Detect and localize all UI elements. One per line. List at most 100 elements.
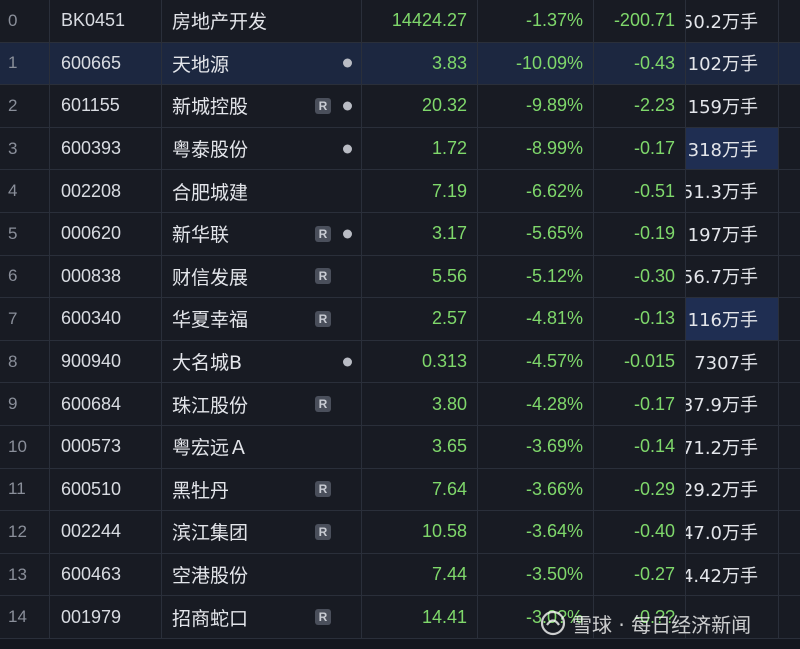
table-row[interactable]: 5 000620 新华联 R 3.17 -5.65% -0.19 197万手 xyxy=(0,212,800,256)
row-edge xyxy=(779,170,800,212)
stock-name: 大名城B xyxy=(172,352,243,375)
change-percent: -5.12% xyxy=(478,255,594,298)
change-percent: -3.0?% xyxy=(478,596,594,638)
stock-name: 天地源 xyxy=(172,53,230,76)
volume: 7307手 xyxy=(686,340,779,383)
table-row[interactable]: 11 600510 黑牡丹 R 7.64 -3.66% -0.29 29.2万手 xyxy=(0,468,800,512)
last-price: 0.313 xyxy=(362,340,478,383)
row-index: 1 xyxy=(0,42,50,85)
stock-name-cell: 合肥城建 xyxy=(162,170,362,212)
change-percent: -3.50% xyxy=(478,553,594,596)
row-edge xyxy=(779,256,800,298)
volume: 29.2万手 xyxy=(686,468,779,511)
stock-name: 合肥城建 xyxy=(172,181,249,204)
row-edge xyxy=(779,511,800,553)
change-percent: -5.65% xyxy=(478,212,594,255)
stock-name: 粤泰股份 xyxy=(172,139,249,162)
status-dot-icon xyxy=(343,144,352,154)
row-edge xyxy=(779,426,800,468)
stock-table: 0 BK0451 房地产开发 14424.27 -1.37% -200.71 50.2万手 1… xyxy=(0,0,800,639)
margin-badge-icon: R xyxy=(315,310,331,327)
table-row[interactable]: 14 001979 招商蛇口 R 14.41 -3.0?% -0.?? xyxy=(0,596,800,639)
stock-name-cell: 粤泰股份 xyxy=(162,127,362,170)
table-row[interactable]: 7 600340 华夏幸福 R 2.57 -4.81% -0.13 116万手 xyxy=(0,298,800,341)
volume: 197万手 xyxy=(686,212,779,255)
row-index: 9 xyxy=(0,383,50,425)
row-edge xyxy=(779,43,800,85)
stock-code: BK0451 xyxy=(50,0,162,42)
row-edge xyxy=(779,596,800,638)
change-percent: -3.64% xyxy=(478,511,594,553)
volume: 159万手 xyxy=(686,85,779,127)
volume: 37.9万手 xyxy=(686,383,779,425)
row-index: 5 xyxy=(0,212,50,255)
last-price: 20.32 xyxy=(362,85,478,127)
row-index: 8 xyxy=(0,340,50,383)
change-percent: -10.09% xyxy=(478,42,594,85)
table-row[interactable]: 8 900940 大名城B 0.313 -4.57% -0.015 7307手 xyxy=(0,340,800,384)
row-index: 2 xyxy=(0,85,50,127)
table-row[interactable]: 6 000838 财信发展 R 5.56 -5.12% -0.30 56.7万手 xyxy=(0,255,800,299)
stock-code: 600684 xyxy=(50,383,162,425)
row-edge xyxy=(779,128,800,170)
stock-name-cell: 房地产开发 xyxy=(162,0,362,42)
table-row[interactable]: 2 601155 新城控股 R 20.32 -9.89% -2.23 159万手 xyxy=(0,85,800,128)
row-edge xyxy=(779,383,800,425)
stock-code: 000838 xyxy=(50,255,162,298)
stock-name: 新华联 xyxy=(172,224,230,247)
stock-name-cell: 新华联 R xyxy=(162,212,362,255)
table-row[interactable]: 4 002208 合肥城建 7.19 -6.62% -0.51 51.3万手 xyxy=(0,170,800,213)
stock-name-cell: 滨江集团 R xyxy=(162,511,362,553)
row-index: 6 xyxy=(0,255,50,298)
table-row[interactable]: 13 600463 空港股份 7.44 -3.50% -0.27 4.42万手 xyxy=(0,553,800,597)
volume: 50.2万手 xyxy=(686,0,779,42)
row-index: 0 xyxy=(0,0,50,42)
last-price: 1.72 xyxy=(362,127,478,170)
row-index: 4 xyxy=(0,170,50,212)
table-row[interactable]: 9 600684 珠江股份 R 3.80 -4.28% -0.17 37.9万手 xyxy=(0,383,800,426)
change-amount: -0.40 xyxy=(594,511,686,553)
table-row[interactable]: 1 600665 天地源 3.83 -10.09% -0.43 102万手 xyxy=(0,42,800,86)
change-percent: -1.37% xyxy=(478,0,594,42)
table-row[interactable]: 3 600393 粤泰股份 1.72 -8.99% -0.17 318万手 xyxy=(0,127,800,171)
stock-name: 珠江股份 xyxy=(172,394,249,417)
change-amount: -0.17 xyxy=(594,127,686,170)
stock-code: 601155 xyxy=(50,85,162,127)
stock-name: 新城控股 xyxy=(172,96,249,119)
table-row[interactable]: 10 000573 粤宏远Ａ 3.65 -3.69% -0.14 71.2万手 xyxy=(0,425,800,469)
table-row[interactable]: 12 002244 滨江集团 R 10.58 -3.64% -0.40 47.0万手 xyxy=(0,511,800,554)
last-price: 14.41 xyxy=(362,596,478,638)
margin-badge-icon: R xyxy=(315,609,331,626)
status-dot-icon xyxy=(343,58,352,68)
stock-code: 600463 xyxy=(50,553,162,596)
stock-code: 600393 xyxy=(50,127,162,170)
change-amount: -0.29 xyxy=(594,468,686,511)
table-row[interactable]: 0 BK0451 房地产开发 14424.27 -1.37% -200.71 50.2万手 xyxy=(0,0,800,43)
volume: 71.2万手 xyxy=(686,425,779,468)
stock-code: 002208 xyxy=(50,170,162,212)
margin-badge-icon: R xyxy=(315,268,331,285)
stock-name-cell: 大名城B xyxy=(162,340,362,383)
change-percent: -4.28% xyxy=(478,383,594,425)
stock-name: 空港股份 xyxy=(172,565,249,588)
row-edge xyxy=(779,0,800,42)
volume: 116万手 xyxy=(686,298,779,340)
stock-code: 002244 xyxy=(50,511,162,553)
last-price: 3.83 xyxy=(362,42,478,85)
stock-code: 600665 xyxy=(50,42,162,85)
last-price: 3.17 xyxy=(362,212,478,255)
last-price: 7.44 xyxy=(362,553,478,596)
row-edge xyxy=(779,298,800,340)
change-amount: -0.43 xyxy=(594,42,686,85)
stock-name-cell: 粤宏远Ａ xyxy=(162,425,362,468)
stock-code: 000620 xyxy=(50,212,162,255)
stock-name: 粤宏远Ａ xyxy=(172,437,249,460)
change-percent: -4.81% xyxy=(478,298,594,340)
last-price: 10.58 xyxy=(362,511,478,553)
change-amount: -0.30 xyxy=(594,255,686,298)
row-index: 14 xyxy=(0,596,50,638)
margin-badge-icon: R xyxy=(315,225,331,242)
stock-name: 华夏幸福 xyxy=(172,309,249,332)
stock-name-cell: 珠江股份 R xyxy=(162,383,362,425)
stock-name-cell: 空港股份 xyxy=(162,553,362,596)
